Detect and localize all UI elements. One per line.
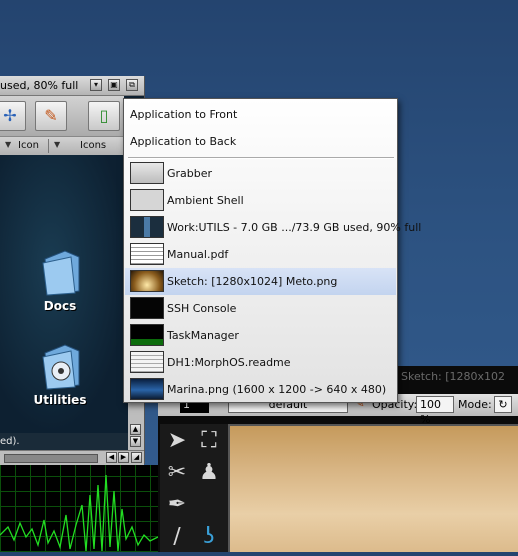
- scroll-thumb[interactable]: [4, 454, 98, 463]
- window-list-menu: Application to Front Application to Back…: [123, 98, 421, 403]
- scissors-icon[interactable]: ✂: [162, 458, 192, 488]
- menu-item-label: SSH Console: [167, 302, 237, 315]
- taskmanager-thumbnail: [130, 324, 164, 346]
- pen-icon[interactable]: ∕: [162, 522, 192, 552]
- eyedropper-icon[interactable]: ✒: [162, 490, 192, 520]
- icon-label: Docs: [43, 299, 77, 313]
- menu-item-label: Ambient Shell: [167, 194, 244, 207]
- horizontal-scrollbar[interactable]: ◀ ▶ ◢: [0, 450, 144, 465]
- utilities-folder-icon: [35, 341, 85, 391]
- drawer-titlebar[interactable]: used, 80% full ▾ ▣ ⧉: [0, 76, 144, 96]
- sketch-title[interactable]: Sketch: [1280x102: [401, 370, 518, 386]
- console-thumbnail: [130, 297, 164, 319]
- view-bar: ▼ Icon ▼ Icons: [0, 136, 124, 156]
- menu-item-label: Marina.png (1600 x 1200 -> 640 x 480): [167, 383, 387, 396]
- menu-item-label: DH1:MorphOS.readme: [167, 356, 291, 369]
- menu-item-taskmanager[interactable]: TaskManager: [125, 322, 396, 349]
- menu-item-marina-png[interactable]: Marina.png (1600 x 1200 -> 640 x 480): [125, 376, 396, 403]
- edit-button[interactable]: ✎: [35, 101, 67, 131]
- menu-item-ambient-shell[interactable]: Ambient Shell: [125, 187, 396, 214]
- utilities-folder[interactable]: Utilities: [20, 341, 100, 407]
- cpu-graph: [0, 465, 159, 552]
- view-type-dropdown-icon[interactable]: ▼: [54, 140, 60, 149]
- pdf-thumbnail: [130, 243, 164, 265]
- drawer-status: ed).: [0, 433, 128, 450]
- scroll-left-icon[interactable]: ◀: [106, 452, 117, 463]
- icon-label: Utilities: [33, 393, 87, 407]
- menu-item-morphos-readme[interactable]: DH1:MorphOS.readme: [125, 349, 396, 376]
- sketch-canvas[interactable]: [228, 424, 518, 552]
- menu-item-label: Application to Front: [130, 108, 238, 121]
- resize-icon[interactable]: ◢: [131, 452, 142, 463]
- menu-item-grabber[interactable]: Grabber: [125, 160, 396, 187]
- tools-button[interactable]: ✢: [0, 101, 26, 131]
- refresh-icon[interactable]: ↻: [494, 396, 512, 413]
- folder-icon: [35, 247, 85, 297]
- menu-item-work-utils[interactable]: Work:UTILS - 7.0 GB .../73.9 GB used, 90…: [125, 214, 421, 241]
- divider: [48, 139, 49, 153]
- edit-icon: ✎: [44, 106, 58, 125]
- sketch-thumbnail: [130, 270, 164, 292]
- view-mode-dropdown-icon[interactable]: ▼: [5, 140, 11, 149]
- mode-label: Mode:: [458, 398, 492, 411]
- drawer-toolbar: ✢ ✎ ▯: [0, 96, 124, 136]
- drawer-title: used, 80% full: [0, 79, 79, 92]
- depth-icon[interactable]: ⧉: [126, 79, 138, 91]
- menu-item-ssh-console[interactable]: SSH Console: [125, 295, 396, 322]
- grabber-thumbnail: [130, 162, 164, 184]
- iconify-icon[interactable]: ▾: [90, 79, 102, 91]
- scroll-right-icon[interactable]: ▶: [118, 452, 129, 463]
- view-type-select[interactable]: Icons: [80, 140, 106, 151]
- menu-item-label: Grabber: [167, 167, 213, 180]
- readme-thumbnail: [130, 351, 164, 373]
- zoom-icon[interactable]: ▣: [108, 79, 120, 91]
- menu-item-label: TaskManager: [167, 329, 239, 342]
- stamp-icon[interactable]: ♟: [194, 458, 224, 488]
- curve-icon[interactable]: ʖ: [194, 522, 224, 552]
- menu-item-label: Work:UTILS - 7.0 GB .../73.9 GB used, 90…: [167, 221, 422, 234]
- pointer-icon[interactable]: ➤: [162, 426, 192, 456]
- opacity-input[interactable]: 100 %: [416, 396, 454, 426]
- menu-item-sketch[interactable]: Sketch: [1280x1024] Meto.png: [125, 268, 396, 295]
- wand-icon: ✢: [3, 106, 17, 125]
- shell-thumbnail: [130, 189, 164, 211]
- drawer-thumbnail: [130, 216, 164, 238]
- scroll-down-icon[interactable]: ▼: [130, 436, 141, 447]
- image-thumbnail: [130, 378, 164, 400]
- docs-folder[interactable]: Docs: [20, 247, 100, 313]
- sketch-tool-palette: ➤ ⛶ ✂ ♟ ✒ ∕ ʖ: [160, 424, 228, 552]
- menu-item-application-to-front[interactable]: Application to Front: [125, 101, 396, 128]
- book-icon: ▯: [99, 106, 109, 125]
- menu-item-label: Manual.pdf: [167, 248, 229, 261]
- menu-item-manual-pdf[interactable]: Manual.pdf: [125, 241, 396, 268]
- drawer-content: Docs Utilities: [0, 155, 128, 433]
- menu-separator: [128, 157, 394, 159]
- crop-icon[interactable]: ⛶: [194, 426, 224, 456]
- scroll-up-icon[interactable]: ▲: [130, 424, 141, 435]
- menu-item-label: Sketch: [1280x1024] Meto.png: [167, 275, 338, 288]
- menu-item-label: Application to Back: [130, 135, 237, 148]
- menu-item-application-to-back[interactable]: Application to Back: [125, 128, 396, 155]
- view-mode-select[interactable]: Icon: [18, 140, 39, 151]
- book-button[interactable]: ▯: [88, 101, 120, 131]
